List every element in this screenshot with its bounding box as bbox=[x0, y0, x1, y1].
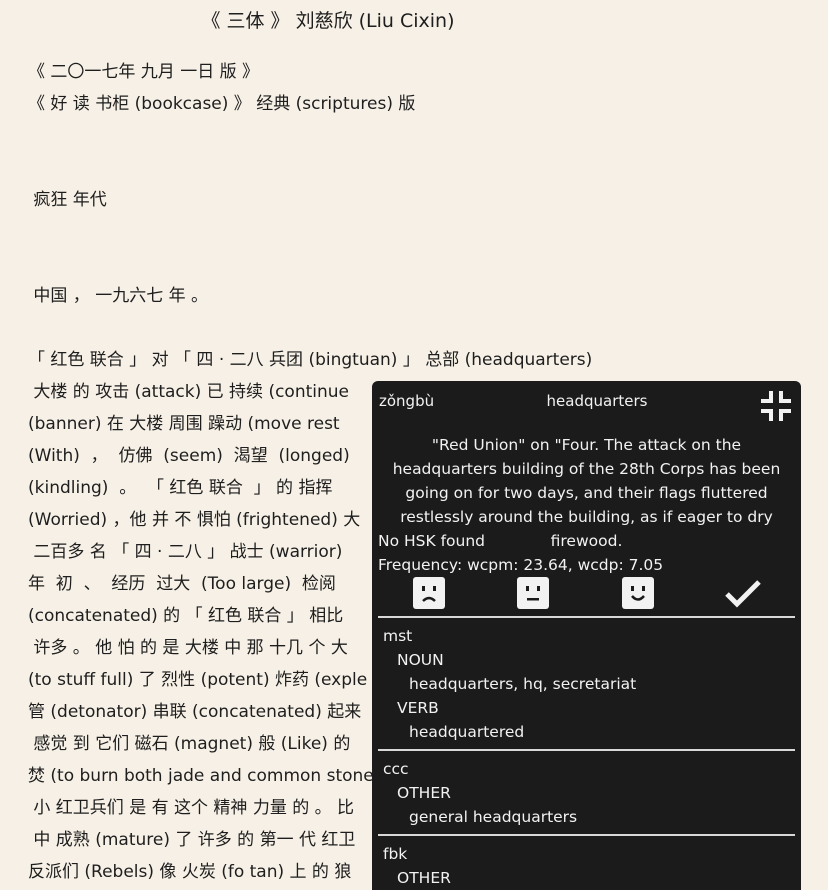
text-line[interactable]: 二百多 名 「 四 · 二八 」 战士 (warrior) bbox=[28, 540, 342, 564]
dictionary-name: ccc bbox=[383, 760, 409, 778]
text-line[interactable]: 大楼 的 攻击 (attack) 已 持续 (continue bbox=[28, 380, 349, 404]
text-line[interactable]: 疯狂 年代 bbox=[28, 188, 106, 212]
collapse-icon[interactable] bbox=[759, 389, 793, 423]
text-line[interactable]: (With) ， 仿佛 (seem) 渴望 (longed) bbox=[28, 444, 350, 468]
dictionary-entry: ccc OTHER general headquarters bbox=[383, 757, 795, 829]
text-line[interactable]: 反派们 (Rebels) 像 火炭 (fo tan) 上 的 狼 bbox=[28, 860, 351, 884]
definition: general headquarters bbox=[409, 808, 578, 826]
book-title: 《 三体 》 刘慈欣 (Liu Cixin) bbox=[201, 10, 455, 32]
text-line[interactable]: 《 好 读 书柜 (bookcase) 》 经典 (scriptures) 版 bbox=[28, 92, 415, 116]
text-line[interactable]: (concatenated) 的 「 红色 联合 」 相比 bbox=[28, 604, 343, 628]
hsk-level: No HSK found bbox=[378, 532, 486, 550]
text-line[interactable]: 许多 。 他 怕 的 是 大楼 中 那 十几 个 大 bbox=[28, 636, 347, 660]
divider bbox=[378, 834, 795, 836]
text-line[interactable]: 中国 ， 一九六七 年 。 bbox=[28, 284, 208, 308]
text-line[interactable]: 焚 (to burn both jade and common stone bbox=[28, 764, 374, 788]
text-line[interactable]: 感觉 到 它们 磁石 (magnet) 般 (Like) 的 bbox=[28, 732, 350, 756]
dictionary-name: mst bbox=[383, 627, 413, 645]
dictionary-entry: mst NOUN headquarters, hq, secretariat V… bbox=[383, 624, 795, 744]
dictionary-popup: zǒngbù headquarters "Red Union" on "Four… bbox=[372, 381, 801, 890]
popup-header: zǒngbù headquarters bbox=[372, 381, 801, 421]
pinyin-label: zǒngbù bbox=[379, 392, 435, 410]
text-line[interactable]: 中 成熟 (mature) 了 许多 的 第一 代 红卫 bbox=[28, 828, 355, 852]
gloss-label: headquarters bbox=[546, 392, 648, 410]
checkmark-icon[interactable] bbox=[724, 577, 762, 609]
text-line[interactable]: (to stuff full) 了 烈性 (potent) 炸药 (exple bbox=[28, 668, 367, 692]
text-line[interactable]: 「 红色 联合 」 对 「 四 · 二八 兵团 (bingtuan) 」 总部 … bbox=[28, 348, 592, 372]
text-line[interactable]: (kindling) 。 「 红色 联合 」 的 指挥 bbox=[28, 476, 332, 500]
definition: headquartered bbox=[409, 723, 525, 741]
divider bbox=[378, 616, 795, 618]
part-of-speech: NOUN bbox=[397, 651, 444, 669]
happy-face-icon[interactable] bbox=[622, 577, 654, 609]
part-of-speech: VERB bbox=[397, 699, 439, 717]
rating-bar bbox=[372, 575, 801, 611]
text-line[interactable]: 管 (detonator) 串联 (concatenated) 起来 bbox=[28, 700, 361, 724]
neutral-face-icon[interactable] bbox=[517, 577, 549, 609]
divider bbox=[378, 749, 795, 751]
sad-face-icon[interactable] bbox=[413, 577, 445, 609]
dictionary-entry: fbk OTHER bbox=[383, 842, 795, 890]
part-of-speech: OTHER bbox=[397, 784, 451, 802]
frequency-info: Frequency: wcpm: 23.64, wcdp: 7.05 bbox=[378, 556, 664, 574]
definition: headquarters, hq, secretariat bbox=[409, 675, 637, 693]
part-of-speech: OTHER bbox=[397, 869, 451, 887]
text-line[interactable]: (banner) 在 大楼 周围 躁动 (move rest bbox=[28, 412, 340, 436]
text-line[interactable]: 年 初 、 经历 过大 (Too large) 检阅 bbox=[28, 572, 336, 596]
text-line[interactable]: 小 红卫兵们 是 有 这个 精神 力量 的 。 比 bbox=[28, 796, 354, 820]
text-line[interactable]: (Worried) ，他 并 不 惧怕 (frightened) 大 bbox=[28, 508, 360, 532]
dictionary-name: fbk bbox=[383, 845, 408, 863]
text-line[interactable]: 《 二〇一七年 九月 一日 版 》 bbox=[28, 60, 259, 84]
